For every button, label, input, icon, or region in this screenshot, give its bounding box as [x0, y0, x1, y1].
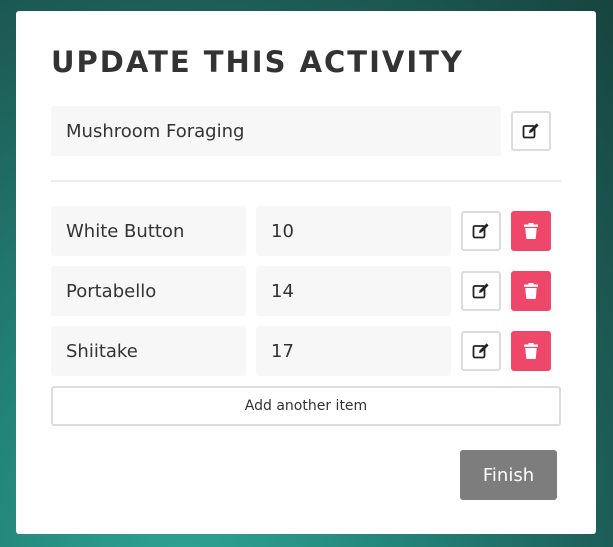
edit-item-button[interactable] — [461, 271, 501, 311]
edit-icon — [472, 282, 490, 300]
page-title: UPDATE THIS ACTIVITY — [51, 45, 464, 79]
trash-icon — [524, 223, 538, 239]
edit-item-button[interactable] — [461, 211, 501, 251]
item-value-field[interactable]: 14 — [256, 266, 451, 316]
divider — [51, 180, 561, 182]
finish-button[interactable]: Finish — [460, 450, 557, 500]
edit-icon — [472, 342, 490, 360]
delete-item-button[interactable] — [511, 331, 551, 371]
activity-name-field[interactable]: Mushroom Foraging — [51, 106, 501, 156]
item-name-field[interactable]: Portabello — [51, 266, 246, 316]
delete-item-button[interactable] — [511, 271, 551, 311]
delete-item-button[interactable] — [511, 211, 551, 251]
edit-item-button[interactable] — [461, 331, 501, 371]
update-activity-card: UPDATE THIS ACTIVITY Mushroom Foraging W… — [16, 11, 596, 534]
item-name-field[interactable]: White Button — [51, 206, 246, 256]
item-value-field[interactable]: 10 — [256, 206, 451, 256]
trash-icon — [524, 283, 538, 299]
edit-icon — [472, 222, 490, 240]
add-item-button[interactable]: Add another item — [51, 386, 561, 426]
trash-icon — [524, 343, 538, 359]
item-value-field[interactable]: 17 — [256, 326, 451, 376]
edit-activity-button[interactable] — [511, 111, 551, 151]
item-name-field[interactable]: Shiitake — [51, 326, 246, 376]
edit-icon — [522, 122, 540, 140]
